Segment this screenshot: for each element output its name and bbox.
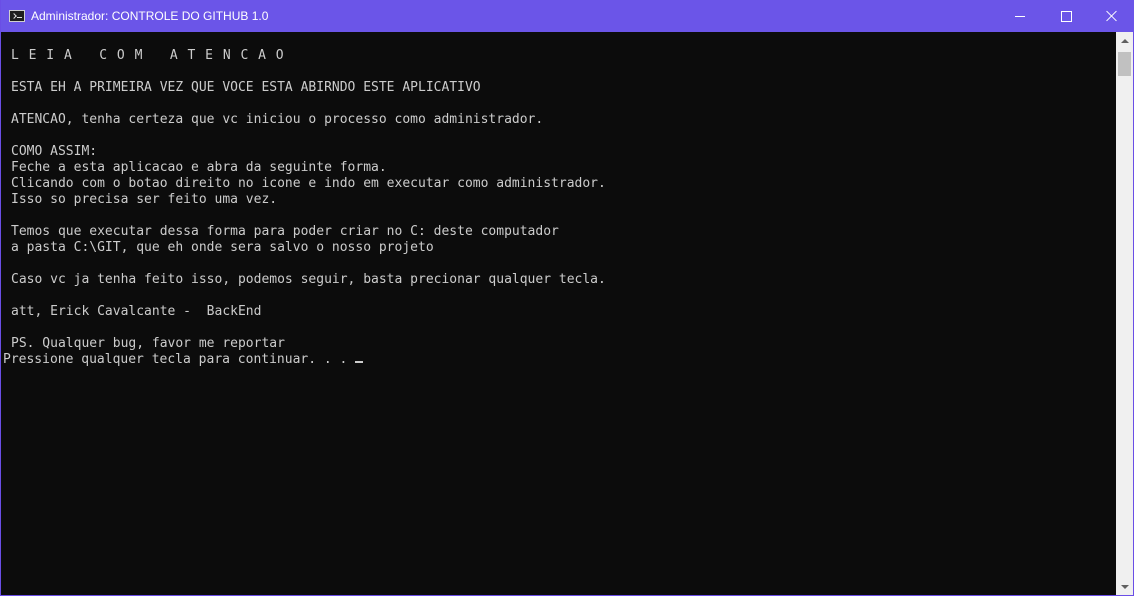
prompt-line: Pressione qualquer tecla para continuar.… xyxy=(1,352,1116,368)
window-title: Administrador: CONTROLE DO GITHUB 1.0 xyxy=(31,9,269,23)
close-icon xyxy=(1106,10,1118,22)
scroll-up-button[interactable] xyxy=(1116,32,1133,49)
title-bar[interactable]: Administrador: CONTROLE DO GITHUB 1.0 xyxy=(1,0,1134,32)
chevron-down-icon xyxy=(1120,584,1129,589)
console-line: a pasta C:\GIT, que eh onde sera salvo o… xyxy=(11,240,434,255)
console-line: Clicando com o botao direito no icone e … xyxy=(11,176,606,191)
console-line: ESTA EH A PRIMEIRA VEZ QUE VOCE ESTA ABI… xyxy=(11,80,481,95)
text-cursor xyxy=(355,361,364,363)
scroll-down-button[interactable] xyxy=(1116,578,1133,595)
close-button[interactable] xyxy=(1089,0,1134,32)
console-output[interactable]: L E I A C O M A T E N C A O ESTA EH A PR… xyxy=(1,32,1116,595)
console-line: Caso vc ja tenha feito isso, podemos seg… xyxy=(11,272,606,287)
maximize-icon xyxy=(1060,10,1072,22)
console-line: att, Erick Cavalcante - BackEnd xyxy=(11,304,262,319)
console-line: Feche a esta aplicacao e abra da seguint… xyxy=(11,160,387,175)
console-line: Temos que executar dessa forma para pode… xyxy=(11,224,559,239)
console-window: Administrador: CONTROLE DO GITHUB 1.0 L … xyxy=(0,0,1134,596)
console-line: COMO ASSIM: xyxy=(11,144,98,159)
minimize-icon xyxy=(1015,15,1025,17)
scroll-thumb[interactable] xyxy=(1118,52,1131,76)
console-line: PS. Qualquer bug, favor me reportar xyxy=(11,336,285,351)
console-icon[interactable] xyxy=(9,10,25,22)
chevron-up-icon xyxy=(1120,38,1129,43)
prompt-text: Pressione qualquer tecla para continuar.… xyxy=(3,352,356,367)
vertical-scrollbar[interactable] xyxy=(1116,32,1133,595)
minimize-button[interactable] xyxy=(997,0,1043,32)
console-line: Isso so precisa ser feito uma vez. xyxy=(11,192,278,207)
maximize-button[interactable] xyxy=(1043,0,1089,32)
console-line: ATENCAO, tenha certeza que vc iniciou o … xyxy=(11,112,544,127)
console-line: L E I A C O M A T E N C A O xyxy=(11,48,285,63)
